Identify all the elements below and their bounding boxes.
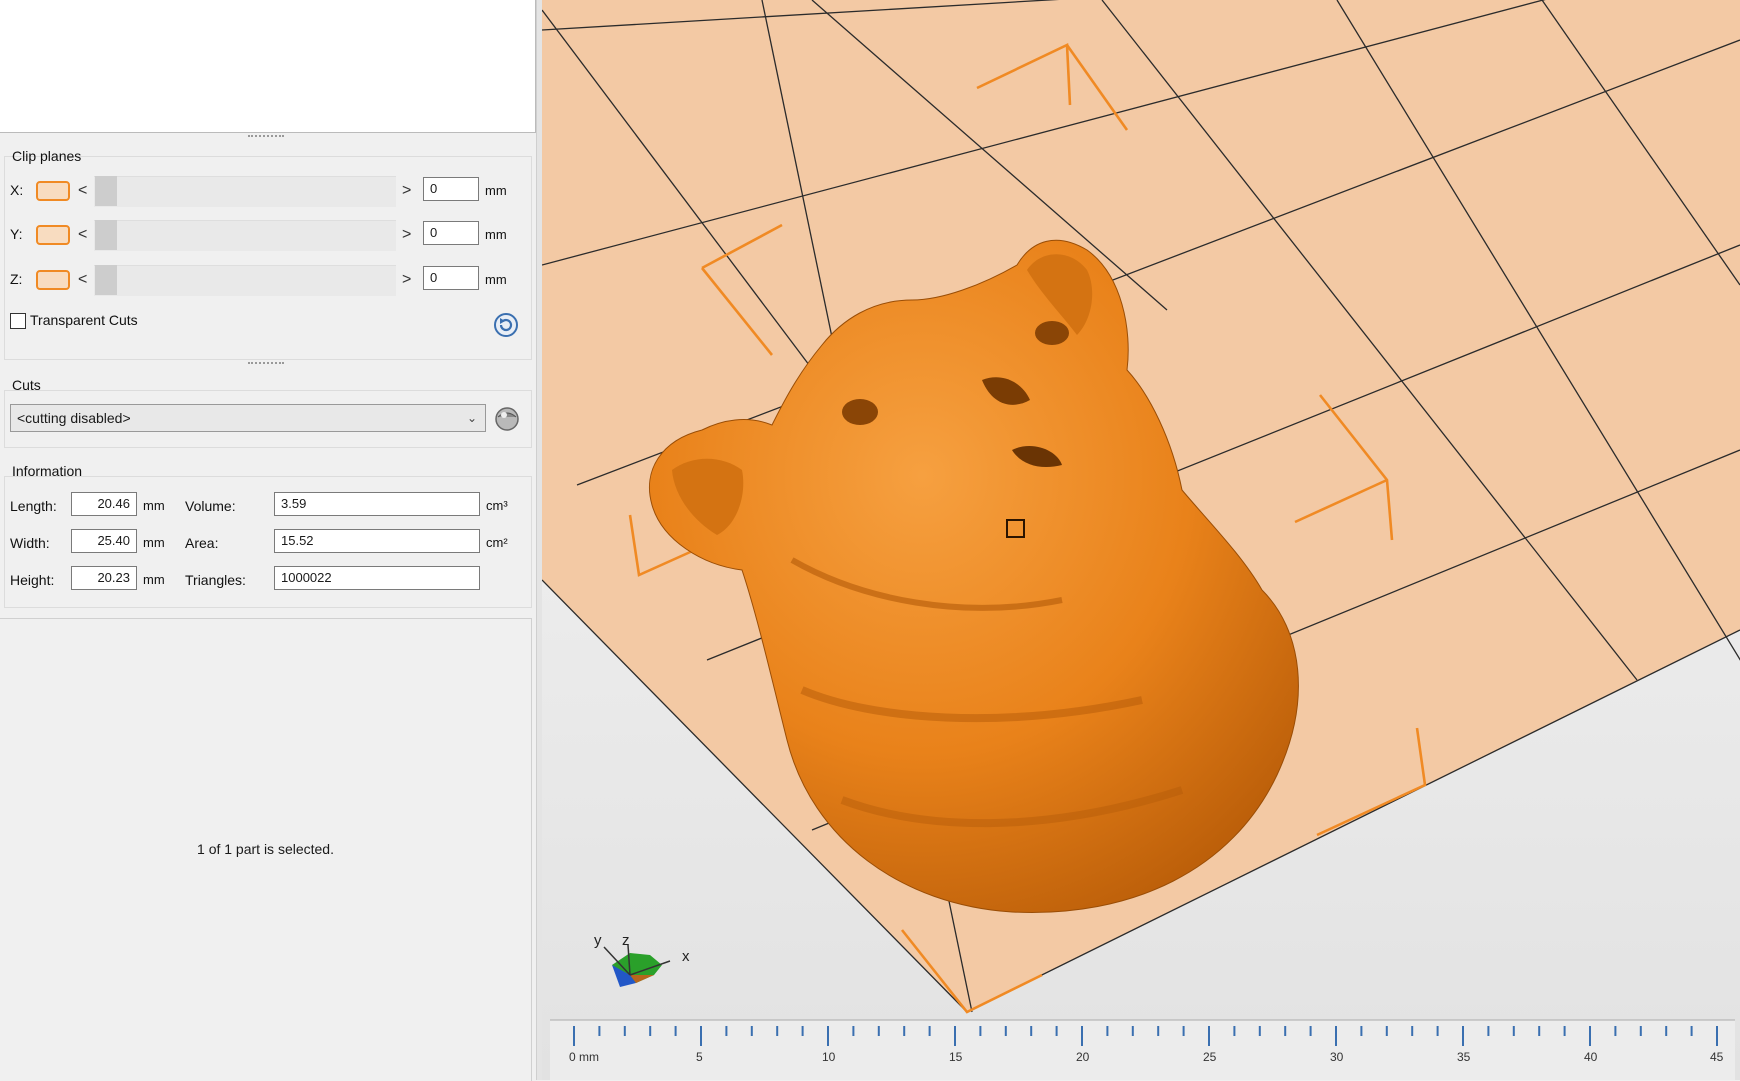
ruler-label-10: 10 bbox=[822, 1050, 836, 1064]
clip-z-color-swatch[interactable] bbox=[36, 270, 70, 290]
clip-x-left-arrow[interactable]: < bbox=[78, 183, 87, 199]
cut-tool-icon[interactable] bbox=[492, 403, 522, 433]
object-list-pane[interactable] bbox=[0, 0, 536, 133]
clip-x-label: X: bbox=[10, 182, 24, 198]
ruler-label-20: 20 bbox=[1076, 1050, 1090, 1064]
ruler-label-35: 35 bbox=[1457, 1050, 1471, 1064]
clip-planes-title: Clip planes bbox=[12, 148, 82, 164]
selection-panel: 1 of 1 part is selected. bbox=[0, 618, 532, 1081]
ruler-label-45: 45 bbox=[1710, 1050, 1724, 1064]
clip-y-input[interactable]: 0 bbox=[423, 221, 479, 245]
ruler-label-30: 30 bbox=[1330, 1050, 1344, 1064]
reset-clip-icon[interactable] bbox=[493, 312, 519, 338]
clip-z-slider-thumb[interactable] bbox=[95, 265, 117, 295]
clip-y-unit: mm bbox=[485, 227, 507, 242]
chevron-down-icon: ⌄ bbox=[466, 411, 477, 425]
length-unit: mm bbox=[143, 498, 165, 513]
ruler-label-5: 5 bbox=[696, 1050, 703, 1064]
transparent-cuts-label: Transparent Cuts bbox=[30, 312, 138, 328]
splitter-grip-2[interactable] bbox=[248, 362, 284, 367]
ruler-label-0: 0 mm bbox=[569, 1050, 599, 1064]
volume-value: 3.59 bbox=[274, 492, 480, 516]
scene-canvas[interactable] bbox=[542, 0, 1740, 1080]
ruler-label-40: 40 bbox=[1584, 1050, 1598, 1064]
clip-x-right-arrow[interactable]: > bbox=[402, 183, 411, 199]
clip-z-slider[interactable] bbox=[94, 265, 396, 296]
clip-z-input[interactable]: 0 bbox=[423, 266, 479, 290]
cuts-dropdown-value: <cutting disabled> bbox=[17, 410, 131, 426]
area-value: 15.52 bbox=[274, 529, 480, 553]
height-label: Height: bbox=[10, 572, 55, 588]
area-unit: cm² bbox=[486, 535, 508, 550]
axis-y-label: y bbox=[594, 932, 602, 949]
clip-y-color-swatch[interactable] bbox=[36, 225, 70, 245]
clip-y-right-arrow[interactable]: > bbox=[402, 227, 411, 243]
width-value: 25.40 bbox=[71, 529, 137, 553]
height-value: 20.23 bbox=[71, 566, 137, 590]
clip-y-slider-thumb[interactable] bbox=[95, 220, 117, 250]
clip-y-label: Y: bbox=[10, 226, 23, 242]
width-label: Width: bbox=[10, 535, 50, 551]
clip-y-left-arrow[interactable]: < bbox=[78, 227, 87, 243]
information-title: Information bbox=[12, 463, 83, 479]
3d-viewport[interactable]: 0 mm 5 10 15 20 25 30 35 40 45 bbox=[542, 0, 1740, 1080]
clip-x-slider-thumb[interactable] bbox=[95, 176, 117, 206]
clip-x-slider[interactable] bbox=[94, 176, 396, 207]
splitter-grip[interactable] bbox=[248, 135, 284, 140]
length-label: Length: bbox=[10, 498, 57, 514]
width-unit: mm bbox=[143, 535, 165, 550]
clip-z-right-arrow[interactable]: > bbox=[402, 272, 411, 288]
clip-y-slider[interactable] bbox=[94, 220, 396, 251]
axis-triad-icon: x y z bbox=[594, 932, 690, 987]
area-label: Area: bbox=[185, 535, 219, 551]
cuts-title: Cuts bbox=[12, 377, 41, 393]
ruler-label-15: 15 bbox=[949, 1050, 963, 1064]
clip-z-label: Z: bbox=[10, 271, 23, 287]
left-panel: Clip planes X: < > 0 mm Y: < > 0 mm Z: <… bbox=[0, 0, 540, 1081]
cuts-dropdown[interactable]: <cutting disabled> ⌄ bbox=[10, 404, 486, 432]
volume-label: Volume: bbox=[185, 498, 236, 514]
clip-x-input[interactable]: 0 bbox=[423, 177, 479, 201]
clip-x-unit: mm bbox=[485, 183, 507, 198]
triangles-value: 1000022 bbox=[274, 566, 480, 590]
clip-z-unit: mm bbox=[485, 272, 507, 287]
ruler-label-25: 25 bbox=[1203, 1050, 1217, 1064]
ruler-labels: 0 mm 5 10 15 20 25 30 35 40 45 bbox=[542, 1050, 1740, 1072]
length-value: 20.46 bbox=[71, 492, 137, 516]
clip-z-left-arrow[interactable]: < bbox=[78, 272, 87, 288]
triangles-label: Triangles: bbox=[185, 572, 246, 588]
clip-x-color-swatch[interactable] bbox=[36, 181, 70, 201]
transparent-cuts-checkbox[interactable] bbox=[10, 313, 26, 329]
height-unit: mm bbox=[143, 572, 165, 587]
selection-status: 1 of 1 part is selected. bbox=[197, 841, 334, 857]
axis-z-label: z bbox=[622, 932, 630, 949]
axis-x-label: x bbox=[682, 948, 690, 965]
volume-unit: cm³ bbox=[486, 498, 508, 513]
